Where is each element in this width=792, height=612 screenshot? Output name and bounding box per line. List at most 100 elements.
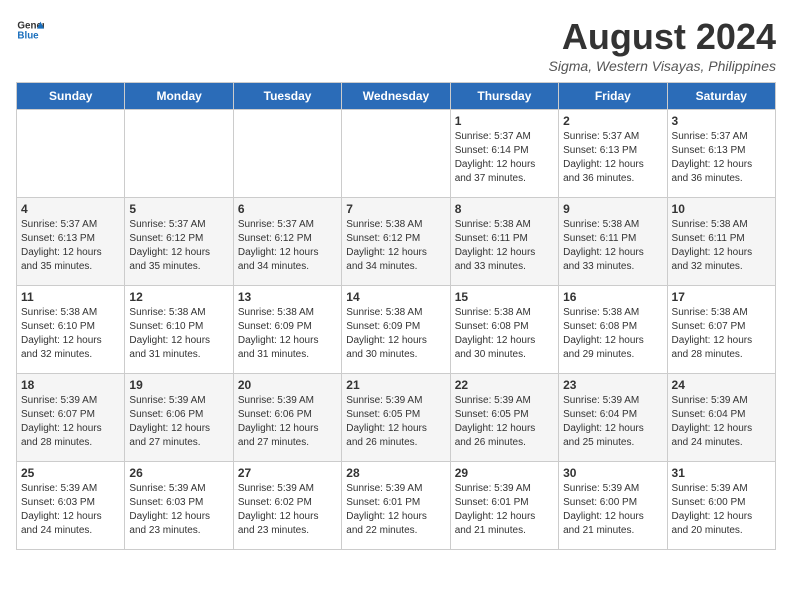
day-number: 28 (346, 466, 445, 480)
day-number: 20 (238, 378, 337, 392)
calendar-week-row: 11 Sunrise: 5:38 AMSunset: 6:10 PMDayligh… (17, 286, 776, 374)
col-monday: Monday (125, 83, 233, 110)
header: General Blue August 2024 Sigma, Western … (16, 16, 776, 74)
day-info: Sunrise: 5:39 AMSunset: 6:06 PMDaylight:… (129, 394, 228, 450)
day-info: Sunrise: 5:38 AMSunset: 6:09 PMDaylight:… (238, 306, 337, 362)
table-row: 9Sunrise: 5:38 AMSunset: 6:11 PMDaylight… (559, 198, 667, 286)
day-info: Sunrise: 5:39 AMSunset: 6:04 PMDaylight:… (563, 394, 662, 450)
day-info: Sunrise: 5:39 AMSunset: 6:00 PMDaylight:… (563, 482, 662, 538)
table-row: 26 Sunrise: 5:39 AMSunset: 6:03 PMDayligh… (125, 462, 233, 550)
day-info: Sunrise: 5:38 AMSunset: 6:08 PMDaylight:… (563, 306, 662, 362)
day-info: Sunrise: 5:39 AMSunset: 6:03 PMDaylight:… (129, 482, 228, 538)
day-info: Sunrise: 5:39 AMSunset: 6:04 PMDaylight:… (672, 394, 771, 450)
month-year: August 2024 (549, 16, 776, 58)
day-number: 22 (455, 378, 554, 392)
table-row: 27Sunrise: 5:39 AMSunset: 6:02 PMDayligh… (233, 462, 341, 550)
day-info: Sunrise: 5:37 AMSunset: 6:12 PMDaylight:… (238, 218, 337, 274)
col-friday: Friday (559, 83, 667, 110)
day-info: Sunrise: 5:39 AMSunset: 6:07 PMDaylight:… (21, 394, 120, 450)
col-sunday: Sunday (17, 83, 125, 110)
day-info: Sunrise: 5:38 AMSunset: 6:11 PMDaylight:… (563, 218, 662, 274)
col-wednesday: Wednesday (342, 83, 450, 110)
table-row: 13Sunrise: 5:38 AMSunset: 6:09 PMDayligh… (233, 286, 341, 374)
table-row: 16 Sunrise: 5:38 AMSunset: 6:08 PMDayligh… (559, 286, 667, 374)
table-row: 3Sunrise: 5:37 AMSunset: 6:13 PMDaylight… (667, 110, 775, 198)
table-row: 29Sunrise: 5:39 AMSunset: 6:01 PMDayligh… (450, 462, 558, 550)
day-number: 5 (129, 202, 228, 216)
day-info: Sunrise: 5:38 AMSunset: 6:08 PMDaylight:… (455, 306, 554, 362)
day-info: Sunrise: 5:37 AMSunset: 6:12 PMDaylight:… (129, 218, 228, 274)
day-number: 17 (672, 290, 771, 304)
day-number: 7 (346, 202, 445, 216)
day-info: Sunrise: 5:39 AMSunset: 6:00 PMDaylight:… (672, 482, 771, 538)
table-row: 17 Sunrise: 5:38 AMSunset: 6:07 PMDayligh… (667, 286, 775, 374)
table-row: 28 Sunrise: 5:39 AMSunset: 6:01 PMDayligh… (342, 462, 450, 550)
day-info: Sunrise: 5:39 AMSunset: 6:05 PMDaylight:… (346, 394, 445, 450)
day-info: Sunrise: 5:39 AMSunset: 6:05 PMDaylight:… (455, 394, 554, 450)
table-row: 22 Sunrise: 5:39 AMSunset: 6:05 PMDayligh… (450, 374, 558, 462)
day-info: Sunrise: 5:38 AMSunset: 6:07 PMDaylight:… (672, 306, 771, 362)
calendar-week-row: 25 Sunrise: 5:39 AMSunset: 6:03 PMDayligh… (17, 462, 776, 550)
day-number: 4 (21, 202, 120, 216)
day-number: 2 (563, 114, 662, 128)
day-info: Sunrise: 5:37 AMSunset: 6:13 PMDaylight:… (563, 130, 662, 186)
day-info: Sunrise: 5:38 AMSunset: 6:11 PMDaylight:… (672, 218, 771, 274)
table-row: 6 Sunrise: 5:37 AMSunset: 6:12 PMDaylight… (233, 198, 341, 286)
svg-text:Blue: Blue (17, 30, 39, 41)
day-number: 19 (129, 378, 228, 392)
table-row: 21 Sunrise: 5:39 AMSunset: 6:05 PMDayligh… (342, 374, 450, 462)
day-info: Sunrise: 5:39 AMSunset: 6:01 PMDaylight:… (455, 482, 554, 538)
table-row: 25 Sunrise: 5:39 AMSunset: 6:03 PMDayligh… (17, 462, 125, 550)
calendar-week-row: 1 Sunrise: 5:37 AMSunset: 6:14 PMDaylight… (17, 110, 776, 198)
table-row: 20 Sunrise: 5:39 AMSunset: 6:06 PMDayligh… (233, 374, 341, 462)
day-info: Sunrise: 5:38 AMSunset: 6:11 PMDaylight:… (455, 218, 554, 274)
day-info: Sunrise: 5:39 AMSunset: 6:03 PMDaylight:… (21, 482, 120, 538)
calendar-week-row: 4Sunrise: 5:37 AMSunset: 6:13 PMDaylight… (17, 198, 776, 286)
day-number: 3 (672, 114, 771, 128)
day-number: 15 (455, 290, 554, 304)
day-number: 8 (455, 202, 554, 216)
day-number: 23 (563, 378, 662, 392)
table-row: 8 Sunrise: 5:38 AMSunset: 6:11 PMDaylight… (450, 198, 558, 286)
day-number: 10 (672, 202, 771, 216)
day-number: 31 (672, 466, 771, 480)
day-number: 1 (455, 114, 554, 128)
table-row: 14Sunrise: 5:38 AMSunset: 6:09 PMDayligh… (342, 286, 450, 374)
table-row (17, 110, 125, 198)
day-info: Sunrise: 5:37 AMSunset: 6:14 PMDaylight:… (455, 130, 554, 186)
table-row: 31 Sunrise: 5:39 AMSunset: 6:00 PMDayligh… (667, 462, 775, 550)
day-info: Sunrise: 5:39 AMSunset: 6:01 PMDaylight:… (346, 482, 445, 538)
location: Sigma, Western Visayas, Philippines (549, 58, 776, 74)
day-number: 27 (238, 466, 337, 480)
table-row (342, 110, 450, 198)
day-info: Sunrise: 5:39 AMSunset: 6:06 PMDaylight:… (238, 394, 337, 450)
col-saturday: Saturday (667, 83, 775, 110)
table-row: 11 Sunrise: 5:38 AMSunset: 6:10 PMDayligh… (17, 286, 125, 374)
table-row: 23 Sunrise: 5:39 AMSunset: 6:04 PMDayligh… (559, 374, 667, 462)
day-number: 26 (129, 466, 228, 480)
day-number: 30 (563, 466, 662, 480)
day-number: 16 (563, 290, 662, 304)
table-row (233, 110, 341, 198)
day-info: Sunrise: 5:38 AMSunset: 6:10 PMDaylight:… (21, 306, 120, 362)
table-row (125, 110, 233, 198)
logo-icon: General Blue (16, 16, 44, 44)
col-tuesday: Tuesday (233, 83, 341, 110)
table-row: 4Sunrise: 5:37 AMSunset: 6:13 PMDaylight… (17, 198, 125, 286)
table-row: 12Sunrise: 5:38 AMSunset: 6:10 PMDayligh… (125, 286, 233, 374)
table-row: 30 Sunrise: 5:39 AMSunset: 6:00 PMDayligh… (559, 462, 667, 550)
day-number: 11 (21, 290, 120, 304)
table-row: 1 Sunrise: 5:37 AMSunset: 6:14 PMDaylight… (450, 110, 558, 198)
day-number: 25 (21, 466, 120, 480)
day-info: Sunrise: 5:38 AMSunset: 6:09 PMDaylight:… (346, 306, 445, 362)
calendar-table: Sunday Monday Tuesday Wednesday Thursday… (16, 82, 776, 550)
table-row: 5 Sunrise: 5:37 AMSunset: 6:12 PMDaylight… (125, 198, 233, 286)
day-number: 6 (238, 202, 337, 216)
calendar-week-row: 18Sunrise: 5:39 AMSunset: 6:07 PMDayligh… (17, 374, 776, 462)
day-info: Sunrise: 5:38 AMSunset: 6:10 PMDaylight:… (129, 306, 228, 362)
col-thursday: Thursday (450, 83, 558, 110)
calendar-header-row: Sunday Monday Tuesday Wednesday Thursday… (17, 83, 776, 110)
day-number: 21 (346, 378, 445, 392)
table-row: 7 Sunrise: 5:38 AMSunset: 6:12 PMDaylight… (342, 198, 450, 286)
day-info: Sunrise: 5:38 AMSunset: 6:12 PMDaylight:… (346, 218, 445, 274)
